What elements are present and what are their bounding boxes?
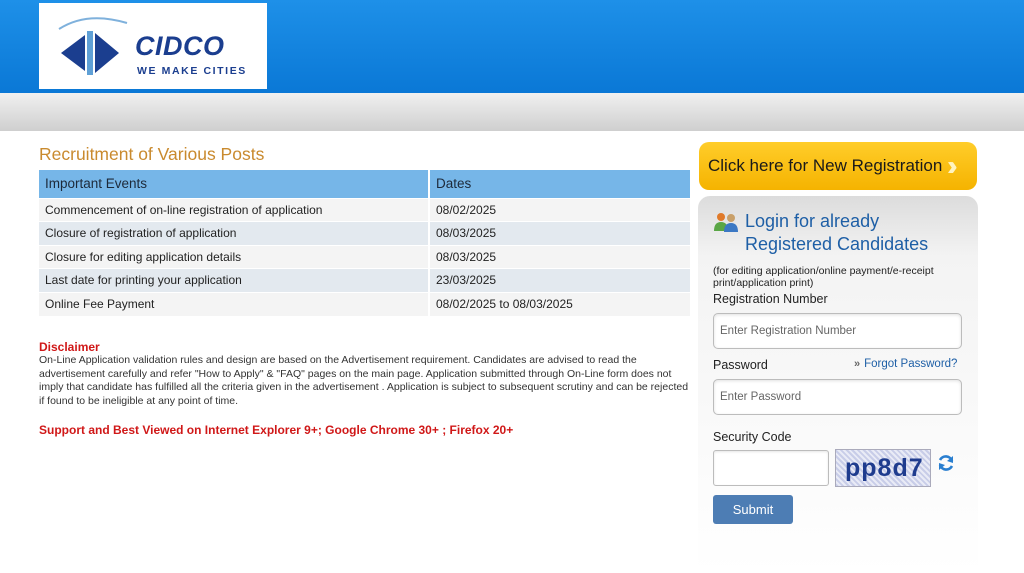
login-note: (for editing application/online payment/…: [713, 265, 934, 289]
cidco-logo-mark-icon: [58, 17, 128, 75]
brand-name: CIDCO: [135, 31, 225, 61]
event-cell: Commencement of on-line registration of …: [39, 197, 430, 222]
captcha-text: pp8d7: [845, 454, 924, 482]
event-cell: Last date for printing your application: [39, 268, 430, 292]
submit-button[interactable]: Submit: [713, 495, 793, 524]
column-header-events: Important Events: [39, 170, 430, 198]
nav-band: [0, 93, 1024, 131]
forgot-password-label: Forgot Password?: [864, 358, 958, 370]
security-code-label: Security Code: [713, 430, 792, 444]
browser-support-note: Support and Best Viewed on Internet Expl…: [39, 423, 514, 437]
forgot-password-link[interactable]: » Forgot Password?: [854, 358, 957, 370]
date-cell: 08/03/2025: [429, 244, 690, 269]
brand-tagline: WE MAKE CITIES: [137, 65, 247, 77]
table-row: Closure for editing application details …: [39, 244, 690, 269]
double-chevron-icon: »: [854, 358, 861, 370]
table-row: Closure of registration of application 0…: [39, 221, 690, 245]
login-heading: Login for already Registered Candidates: [745, 210, 928, 256]
date-cell: 23/03/2025: [429, 268, 690, 292]
refresh-icon[interactable]: [936, 453, 956, 473]
table-row: Online Fee Payment 08/02/2025 to 08/03/2…: [39, 291, 690, 316]
event-cell: Closure for editing application details: [39, 244, 430, 269]
login-heading-line2: Registered Candidates: [745, 234, 929, 254]
new-registration-label: Click here for New Registration: [708, 156, 943, 175]
login-heading-line1: Login for already: [745, 211, 880, 231]
security-code-input[interactable]: [713, 450, 829, 486]
disclaimer-text: On-Line Application validation rules and…: [39, 354, 689, 407]
important-events-table: Important Events Dates Commencement of o…: [39, 170, 690, 316]
page-title: Recruitment of Various Posts: [39, 144, 265, 164]
new-registration-button[interactable]: Click here for New Registration ››: [699, 142, 977, 190]
login-panel: Login for already Registered Candidates …: [698, 196, 978, 573]
table-header-row: Important Events Dates: [39, 170, 690, 198]
double-chevron-icon: ››: [947, 150, 957, 181]
password-input[interactable]: [713, 379, 962, 415]
captcha-image: pp8d7: [835, 449, 931, 487]
registration-number-label: Registration Number: [713, 292, 828, 306]
password-label: Password: [713, 358, 768, 372]
date-cell: 08/02/2025: [429, 197, 690, 222]
date-cell: 08/02/2025 to 08/03/2025: [429, 291, 690, 316]
table-row: Last date for printing your application …: [39, 268, 690, 292]
site-header: CIDCO WE MAKE CITIES: [0, 0, 1024, 93]
date-cell: 08/03/2025: [429, 221, 690, 245]
registration-number-input[interactable]: [713, 313, 962, 349]
disclaimer-heading: Disclaimer: [39, 340, 100, 354]
column-header-dates: Dates: [429, 170, 690, 198]
event-cell: Online Fee Payment: [39, 291, 430, 316]
table-row: Commencement of on-line registration of …: [39, 197, 690, 222]
event-cell: Closure of registration of application: [39, 221, 430, 245]
users-icon: [714, 213, 738, 232]
cidco-logo[interactable]: CIDCO WE MAKE CITIES: [39, 3, 267, 89]
